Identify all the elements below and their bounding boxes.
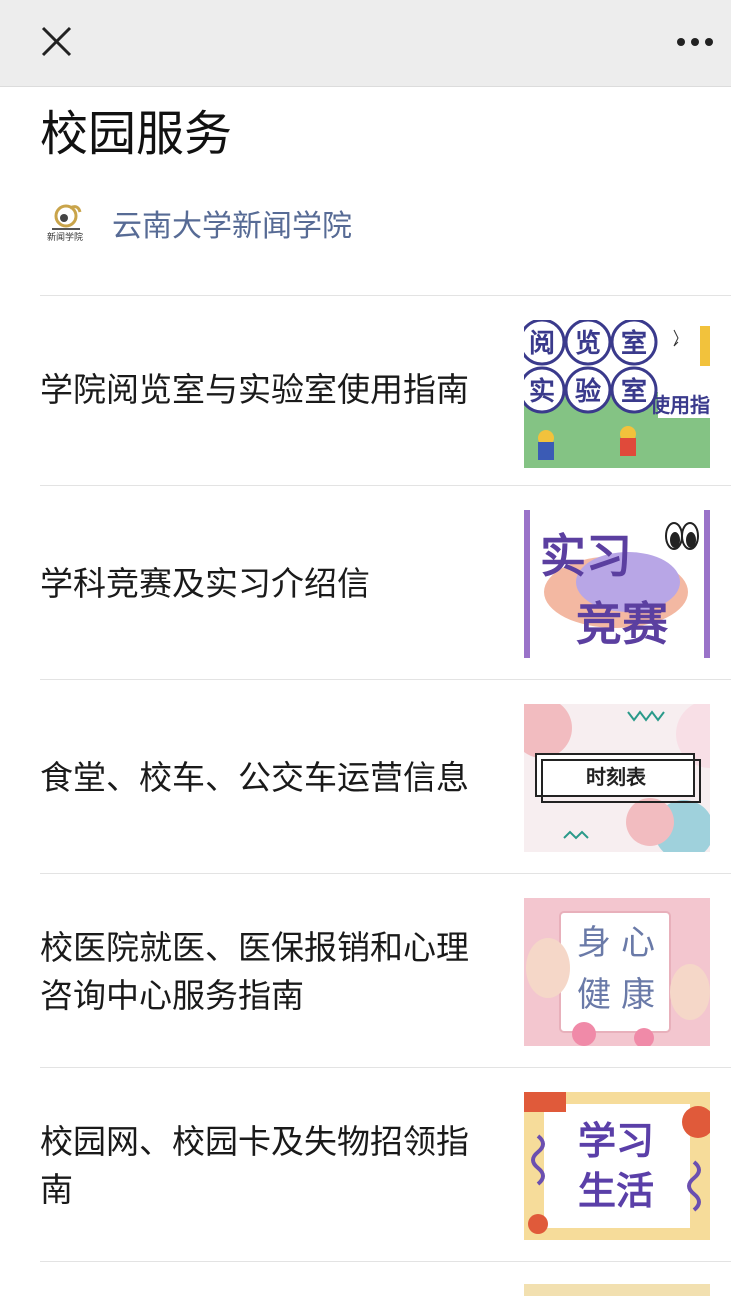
svg-text:实: 实 xyxy=(529,376,555,407)
more-options-button[interactable] xyxy=(671,22,719,62)
account-name-link[interactable]: 云南大学新闻学院 xyxy=(112,201,352,245)
top-bar xyxy=(0,0,731,87)
school-logo-icon: 新闻学院 xyxy=(40,198,90,248)
svg-text:健: 健 xyxy=(577,975,611,1015)
list-item-title: 校医院就医、医保报销和心理 咨询中心服务指南 xyxy=(40,924,500,1020)
list-item-title: 学科竞赛及实习介绍信 xyxy=(40,564,370,603)
list-item-title-line: 校医院就医、医保报销和心理 xyxy=(40,928,469,967)
close-icon xyxy=(41,26,72,57)
svg-text:学习: 学习 xyxy=(578,1119,654,1163)
svg-text:生活: 生活 xyxy=(578,1169,654,1213)
svg-text:康: 康 xyxy=(621,975,655,1015)
thumbnail-study-life: 学习 生活 xyxy=(524,1092,710,1240)
svg-text:竞赛: 竞赛 xyxy=(576,597,669,651)
list-item-competition[interactable]: 学科竞赛及实习介绍信 实习 竞赛 xyxy=(40,486,731,680)
svg-text:室: 室 xyxy=(621,376,647,407)
list-item-campus-network[interactable]: 校园网、校园卡及失物招领指 南 学习 生活 xyxy=(40,1068,731,1262)
svg-text:心: 心 xyxy=(621,923,655,963)
avatar-label: 新闻学院 xyxy=(47,231,83,243)
thumbnail-reading-room: 阅 览 室 实 验 室 使用指 xyxy=(524,320,710,468)
svg-text:室: 室 xyxy=(621,328,647,359)
account-avatar[interactable]: 新闻学院 xyxy=(40,198,90,248)
list-item-title: 校园网、校园卡及失物招领指 南 xyxy=(40,1118,500,1214)
list-item-title: 学院阅览室与实验室使用指南 xyxy=(40,370,469,409)
thumbnail-partial xyxy=(524,1284,710,1296)
thumbnail-timetable: 时刻表 xyxy=(524,704,710,852)
page-title: 校园服务 xyxy=(40,106,233,162)
svg-text:验: 验 xyxy=(575,376,601,407)
list-item-title-line: 咨询中心服务指南 xyxy=(40,976,304,1015)
thumbnail-competition: 实习 竞赛 xyxy=(524,510,710,658)
svg-text:使用指: 使用指 xyxy=(649,393,710,417)
thumbnail-health: 身 心 健 康 xyxy=(524,898,710,1046)
list-item-title: 食堂、校车、公交车运营信息 xyxy=(40,758,469,797)
close-button[interactable] xyxy=(28,14,84,70)
list-item-reading-room[interactable]: 学院阅览室与实验室使用指南 阅 览 室 实 验 室 使用指 xyxy=(40,296,731,490)
divider xyxy=(40,1261,731,1262)
svg-text:览: 览 xyxy=(575,329,601,359)
more-icon xyxy=(677,38,713,46)
svg-text:阅: 阅 xyxy=(529,329,555,359)
svg-text:时刻表: 时刻表 xyxy=(586,765,647,789)
list-item-title-line: 南 xyxy=(40,1170,73,1209)
list-item-timetable[interactable]: 食堂、校车、公交车运营信息 时刻表 xyxy=(40,680,731,874)
svg-text:实习: 实习 xyxy=(540,529,632,583)
account-row[interactable]: 新闻学院 云南大学新闻学院 xyxy=(40,198,352,248)
list-item-health[interactable]: 校医院就医、医保报销和心理 咨询中心服务指南 身 心 健 康 xyxy=(40,874,731,1068)
list-item-title-line: 校园网、校园卡及失物招领指 xyxy=(40,1122,469,1161)
svg-text:身: 身 xyxy=(577,923,611,963)
